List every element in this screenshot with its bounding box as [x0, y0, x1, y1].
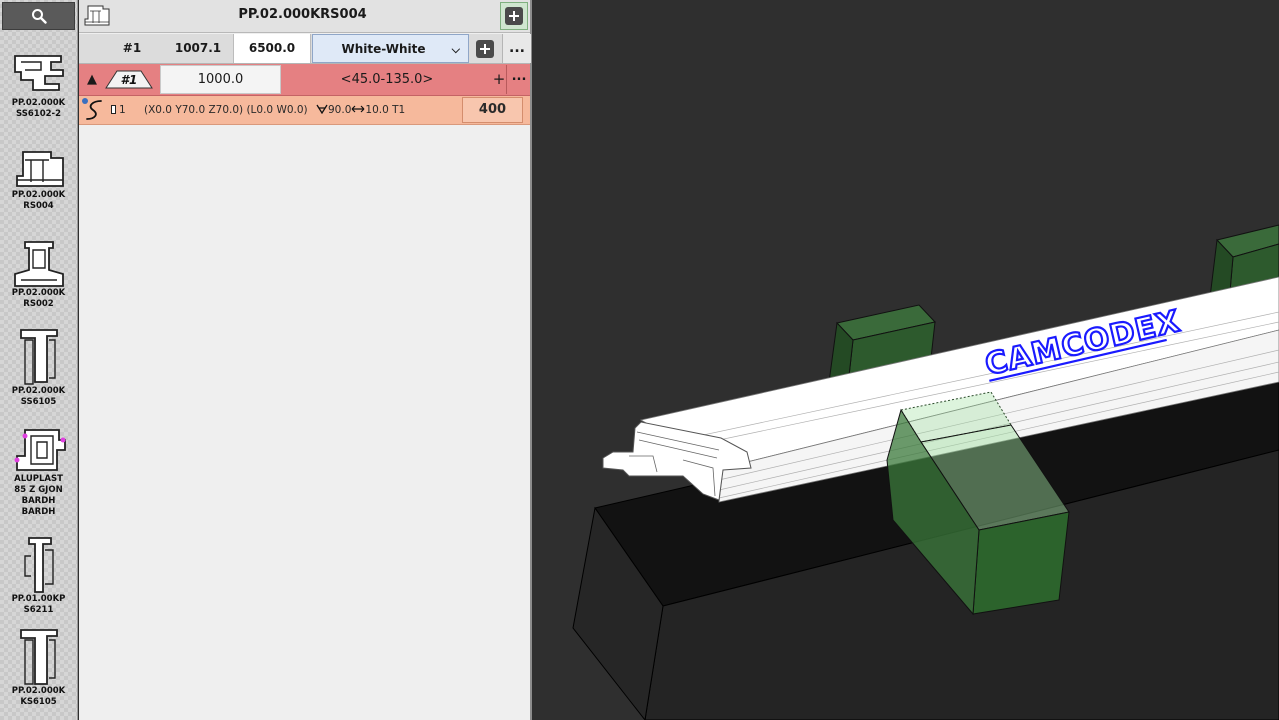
search-button[interactable] — [2, 2, 75, 30]
cut-tag-label: #1 — [121, 73, 138, 87]
profile-section-icon — [23, 537, 54, 593]
bar-index: #1 — [122, 41, 142, 55]
operation-angle: 90.0 — [328, 104, 352, 116]
add-operation-button[interactable]: + — [491, 64, 507, 95]
profile-item-label: ALUPLAST 85 Z GJON BARDH BARDH — [14, 474, 63, 517]
add-profile-button[interactable] — [500, 2, 528, 30]
profile-item-ks6105[interactable]: PP.02.000K KS6105 — [0, 628, 77, 708]
bar-row[interactable]: #1 1007.1 6500.0 White-White ⌵ ... — [79, 34, 531, 64]
profile-item-aluplast[interactable]: ALUPLAST 85 Z GJON BARDH BARDH — [0, 426, 77, 518]
profile-library-sidebar: PP.02.000K SS6102-2 PP.02.000K RS004 PP.… — [0, 0, 78, 720]
cut-more-button[interactable]: ... — [506, 65, 531, 94]
profile-item-label: PP.02.000K SS6102-2 — [11, 98, 66, 119]
profile-item-ps6211[interactable]: PP.01.00KP S6211 — [0, 536, 77, 616]
profile-item-label: PP.02.000K RS002 — [11, 288, 66, 309]
offset-arrow-icon — [351, 105, 365, 113]
profile-header: PP.02.000KRS004 — [79, 0, 530, 33]
angle-icon — [316, 104, 328, 115]
profile-section-icon — [15, 151, 64, 187]
operation-speed-field[interactable]: 400 — [462, 97, 523, 123]
tool-count: 1 — [111, 104, 126, 116]
cut-row[interactable]: ▲ #1 1000.0 <45.0-135.0> + ... — [79, 64, 530, 96]
profile-section-icon — [13, 55, 64, 91]
color-select[interactable]: White-White ⌵ — [312, 34, 469, 63]
cutting-list-panel: PP.02.000KRS004 #1 1007.1 6500.0 White-W… — [79, 0, 532, 720]
profile-item-ss6105[interactable]: PP.02.000K SS6105 — [0, 328, 77, 408]
plus-square-icon — [476, 39, 494, 58]
operation-offset: 10.0 T1 — [365, 104, 406, 116]
profile-item-label: PP.01.00KP S6211 — [11, 594, 66, 615]
operation-parameters: 90.0 10.0 T1 — [316, 104, 405, 116]
search-icon — [31, 9, 47, 24]
profile-item-ss6102-2[interactable]: PP.02.000K SS6102-2 — [0, 50, 77, 120]
profile-item-rs002[interactable]: PP.02.000K RS002 — [0, 240, 77, 310]
profile-section-icon — [19, 629, 58, 685]
operation-coordinates: (X0.0 Y70.0 Z70.0) (L0.0 W0.0) — [144, 104, 308, 116]
profile-thumbnail-icon — [84, 5, 110, 26]
color-select-value: White-White — [341, 42, 426, 56]
stock-length-field[interactable]: 6500.0 — [233, 34, 311, 63]
bar-more-button[interactable]: ... — [502, 34, 531, 63]
page-title: PP.02.000KRS004 — [238, 7, 367, 22]
collapse-icon[interactable]: ▲ — [87, 72, 97, 87]
engraving-operation-icon — [86, 100, 102, 120]
profile-section-icon — [14, 429, 66, 471]
tool-count-value: 1 — [119, 104, 126, 116]
profile-section-icon — [19, 329, 58, 385]
bar-used-length: 1007.1 — [174, 41, 222, 55]
chevron-down-icon: ⌵ — [451, 43, 460, 56]
profile-item-rs004[interactable]: PP.02.000K RS004 — [0, 150, 77, 212]
tool-icon — [111, 105, 116, 114]
profile-item-label: PP.02.000K RS004 — [11, 190, 66, 211]
cut-length-field[interactable]: 1000.0 — [160, 65, 281, 94]
operation-row[interactable]: 1 (X0.0 Y70.0 Z70.0) (L0.0 W0.0) 90.0 10… — [79, 96, 530, 125]
cut-angle-range: <45.0-135.0> — [340, 72, 434, 87]
profile-item-label: PP.02.000K KS6105 — [11, 686, 66, 707]
profile-item-label: PP.02.000K SS6105 — [11, 386, 66, 407]
cut-tag: #1 — [105, 70, 153, 89]
profile-section-icon — [13, 241, 64, 287]
plus-square-icon — [505, 7, 523, 25]
3d-viewport[interactable]: CAMCODEX — [533, 0, 1279, 720]
add-cut-button[interactable] — [473, 34, 497, 63]
